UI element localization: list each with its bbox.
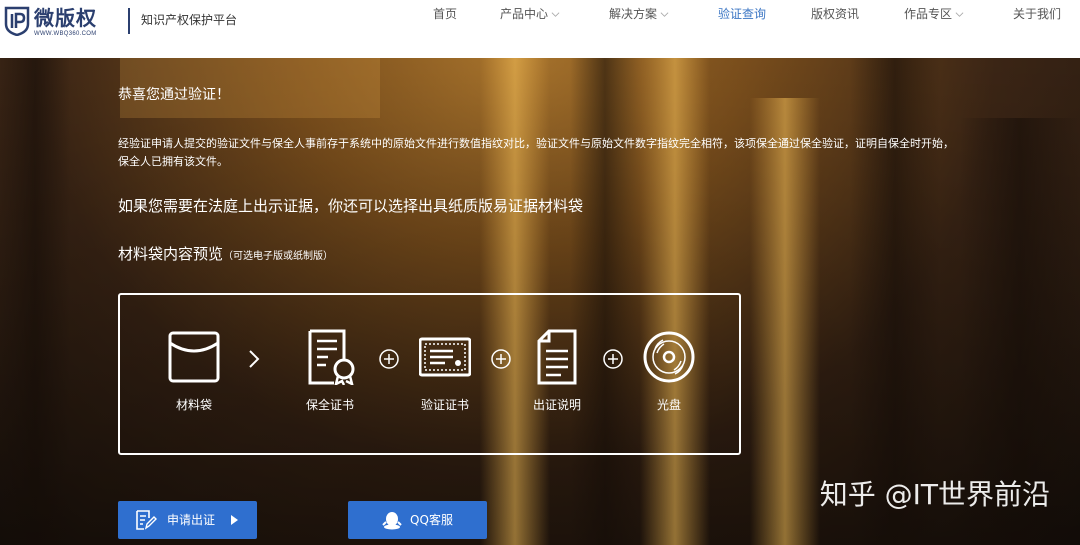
nav-item-label: 产品中心 [500, 7, 549, 21]
watermark-text: 知乎 @IT世界前沿 [819, 478, 1050, 511]
qq-support-label: QQ客服 [410, 513, 453, 527]
disc-icon [643, 331, 695, 383]
apply-certificate-label: 申请出证 [167, 513, 216, 527]
verify-certificate-icon [419, 337, 471, 377]
preview-title: 材料袋内容预览（可选电子版或纸制版） [118, 244, 333, 267]
bag-item-document: 出证说明 [512, 329, 602, 413]
qq-support-button[interactable]: QQ客服 [348, 501, 487, 539]
bag-item-envelope: 材料袋 [149, 329, 239, 413]
verification-result-panel: 恭喜您通过验证！ 经验证申请人提交的验证文件与保全人事前存于系统中的原始文件进行… [0, 58, 1080, 545]
nav-item-verify[interactable]: 验证查询 [718, 6, 766, 22]
nav-item-works[interactable]: 作品专区 [904, 6, 964, 22]
success-message: 恭喜您通过验证！ [118, 87, 230, 103]
nav-item-home[interactable]: 首页 [433, 6, 457, 22]
bag-item-disc: 光盘 [624, 329, 714, 413]
evidence-bag-preview: 材料袋 保全证书 验证证书 出证说明 光盘 [118, 293, 741, 455]
logo-url: WWW.WBQ360.COM [34, 31, 97, 37]
bag-item-label: 验证证书 [420, 398, 469, 412]
envelope-icon [168, 331, 220, 383]
nav-item-label: 作品专区 [904, 7, 953, 21]
nav-item-solutions[interactable]: 解决方案 [609, 6, 669, 22]
nav-item-label: 解决方案 [609, 7, 658, 21]
plus-circle-icon [491, 349, 511, 369]
nav-item-about[interactable]: 关于我们 [1013, 6, 1061, 22]
preview-title-text: 材料袋内容预览 [118, 245, 224, 263]
plus-circle-icon [603, 349, 623, 369]
nav-item-label: 版权资讯 [811, 7, 860, 21]
verification-description: 经验证申请人提交的验证文件与保全人事前存于系统中的原始文件进行数值指纹对比，验证… [118, 137, 954, 168]
apply-certificate-button[interactable]: 申请出证 [118, 501, 257, 539]
chevron-down-icon [660, 11, 669, 17]
preview-note: （可选电子版或纸制版） [223, 251, 334, 262]
document-icon [537, 329, 577, 385]
bag-item-verify-certificate: 验证证书 [400, 329, 490, 413]
chevron-right-icon [249, 350, 260, 368]
bag-item-certificate: 保全证书 [285, 329, 375, 413]
certificate-icon [308, 329, 355, 385]
court-evidence-text: 如果您需要在法庭上出示证据，你还可以选择出具纸质版易证据材料袋 [118, 197, 584, 215]
bag-item-label: 材料袋 [175, 398, 212, 412]
nav-item-news[interactable]: 版权资讯 [811, 6, 859, 22]
edit-document-icon [136, 510, 157, 530]
bag-item-label: 光盘 [656, 398, 681, 412]
chevron-down-icon [551, 11, 560, 17]
plus-circle-icon [379, 349, 399, 369]
nav-item-label: 验证查询 [718, 7, 767, 21]
nav-item-products[interactable]: 产品中心 [500, 6, 560, 22]
qq-penguin-icon [382, 512, 402, 530]
bag-item-label: 出证说明 [532, 398, 581, 412]
caret-right-icon [231, 515, 239, 525]
chevron-down-icon [955, 11, 964, 17]
nav-item-label: 关于我们 [1013, 7, 1062, 21]
main-nav: 首页 产品中心 解决方案 验证查询 版权资讯 作品专区 关于我们 [0, 6, 1080, 24]
bag-item-label: 保全证书 [305, 398, 354, 412]
nav-item-label: 首页 [433, 7, 458, 21]
site-header: 微版权 WWW.WBQ360.COM 知识产权保护平台 首页 产品中心 解决方案… [0, 0, 1080, 58]
